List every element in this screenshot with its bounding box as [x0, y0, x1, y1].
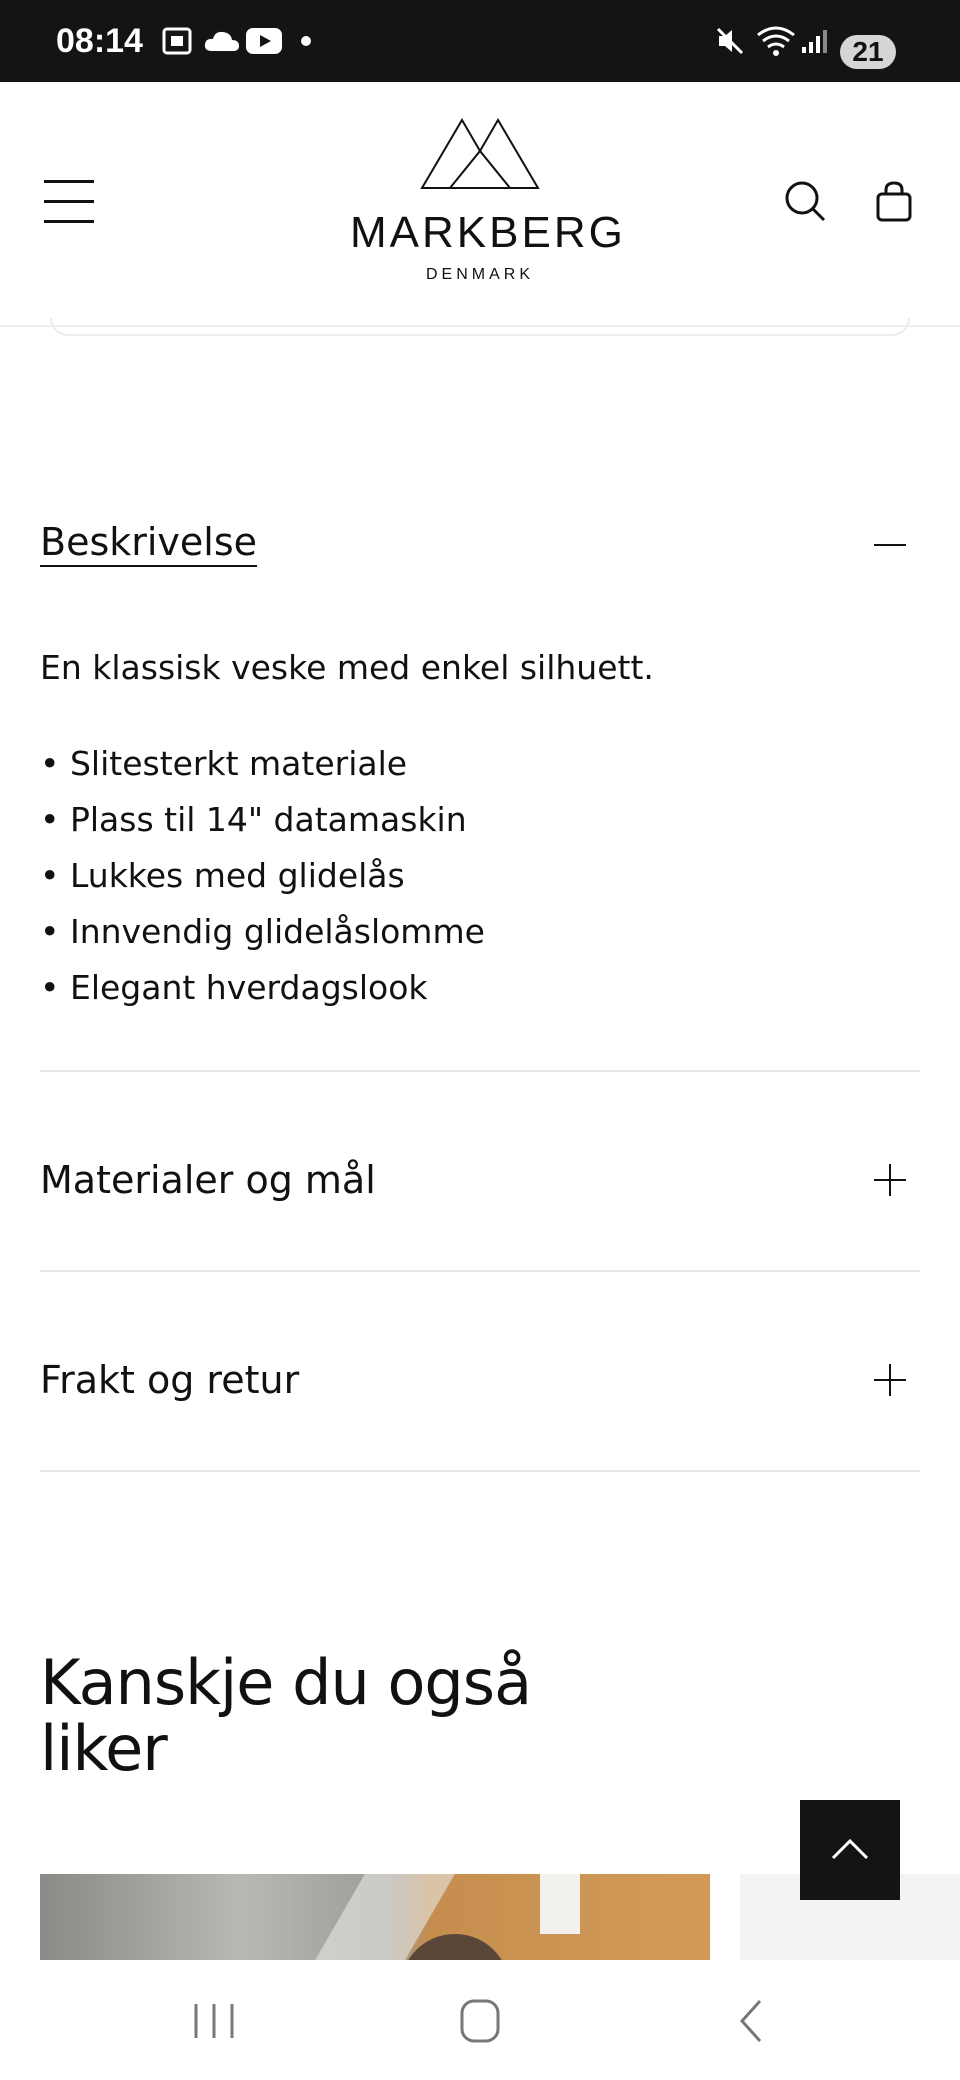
back-to-top-button[interactable] [800, 1800, 900, 1900]
site-header: MARKBERG DENMARK [0, 82, 960, 327]
list-item: Innvendig glidelåslomme [40, 904, 920, 960]
back-icon[interactable] [720, 1996, 780, 2046]
youtube-icon [246, 0, 282, 82]
mute-icon [714, 0, 746, 82]
chevron-up-icon [831, 1838, 869, 1860]
brand-name: MARKBERG [350, 208, 626, 257]
divider [40, 1070, 920, 1072]
screenshot-icon [160, 0, 194, 82]
shopping-bag-icon[interactable] [870, 178, 918, 226]
description-content: En klassisk veske med enkel silhuett. Sl… [40, 640, 920, 1016]
logo-mountains-icon [420, 118, 540, 189]
product-options-card [50, 318, 910, 336]
divider [40, 1470, 920, 1472]
shipping-accordion[interactable]: Frakt og retur [40, 1320, 920, 1440]
recommended-product-image[interactable] [40, 1874, 710, 1960]
search-icon[interactable] [782, 178, 830, 226]
list-item: Elegant hverdagslook [40, 960, 920, 1016]
description-bullet-list: Slitesterkt materiale Plass til 14" data… [40, 736, 920, 1016]
status-bar: 08:14 21 [0, 0, 960, 82]
notification-dot-icon [300, 0, 312, 82]
home-icon[interactable] [450, 1996, 510, 2046]
expand-plus-icon[interactable] [874, 1164, 906, 1196]
brand-subtitle: DENMARK [425, 266, 534, 283]
system-nav-bar [0, 1960, 960, 2080]
description-accordion-title[interactable]: Beskrivelse [40, 520, 257, 564]
status-time: 08:14 [56, 22, 143, 60]
recent-apps-icon[interactable] [184, 1996, 244, 2046]
list-item: Slitesterkt materiale [40, 736, 920, 792]
divider [40, 1270, 920, 1272]
collapse-minus-icon[interactable] [874, 544, 906, 546]
materials-accordion-label: Materialer og mål [40, 1158, 376, 1202]
cloud-icon [204, 0, 240, 82]
list-item: Lukkes med glidelås [40, 848, 920, 904]
signal-icon [800, 0, 830, 82]
materials-accordion[interactable]: Materialer og mål [40, 1120, 920, 1240]
description-intro: En klassisk veske med enkel silhuett. [40, 648, 654, 687]
expand-plus-icon[interactable] [874, 1364, 906, 1396]
battery-level-badge: 21 [840, 35, 896, 69]
hamburger-menu-icon[interactable] [44, 180, 96, 224]
recommendations-heading: Kanskje du også liker [40, 1646, 532, 1785]
brand-logo[interactable]: MARKBERG DENMARK [350, 116, 626, 286]
list-item: Plass til 14" datamaskin [40, 792, 920, 848]
shipping-accordion-label: Frakt og retur [40, 1358, 300, 1402]
wifi-icon [756, 0, 796, 82]
